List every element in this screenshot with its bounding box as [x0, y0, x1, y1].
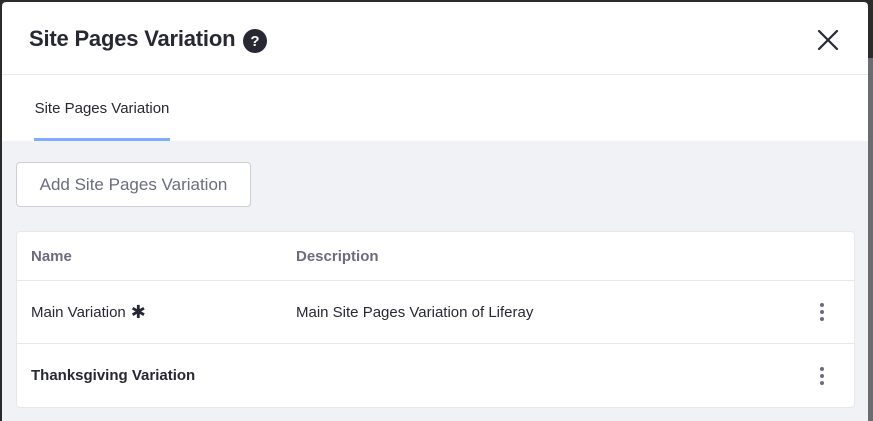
row-name[interactable]: Thanksgiving Variation — [31, 344, 195, 407]
close-button[interactable] — [810, 22, 846, 58]
required-asterisk-icon: ✱ — [130, 301, 146, 322]
table-header-row: Name Description — [17, 232, 854, 281]
help-icon[interactable]: ? — [243, 29, 267, 53]
tab-site-pages-variation[interactable]: Site Pages Variation — [34, 76, 170, 141]
variations-table: Name Description Main Variation ✱ Main S… — [16, 231, 855, 408]
table-row: Main Variation ✱ Main Site Pages Variati… — [17, 281, 854, 344]
kebab-menu-icon — [820, 303, 824, 321]
row-name-cell: Main Variation ✱ — [31, 281, 146, 343]
column-header-name: Name — [31, 247, 72, 265]
close-icon — [817, 29, 839, 51]
background-edge — [868, 58, 873, 421]
modal-title: Site Pages Variation — [29, 26, 236, 51]
row-description: Main Site Pages Variation of Liferay — [296, 303, 534, 321]
row-actions-button[interactable] — [810, 344, 834, 407]
row-name: Main Variation — [31, 303, 126, 321]
row-actions-button[interactable] — [810, 281, 834, 343]
site-pages-variation-modal: Site Pages Variation ? Site Pages Variat… — [2, 2, 868, 421]
column-header-description: Description — [296, 247, 379, 265]
table-row: Thanksgiving Variation — [17, 344, 854, 407]
tabs-bar: Site Pages Variation — [2, 76, 868, 141]
kebab-menu-icon — [820, 366, 824, 385]
add-site-pages-variation-button[interactable]: Add Site Pages Variation — [16, 162, 251, 207]
modal-header: Site Pages Variation ? — [2, 2, 868, 75]
content-area: Add Site Pages Variation Name Descriptio… — [2, 141, 868, 421]
